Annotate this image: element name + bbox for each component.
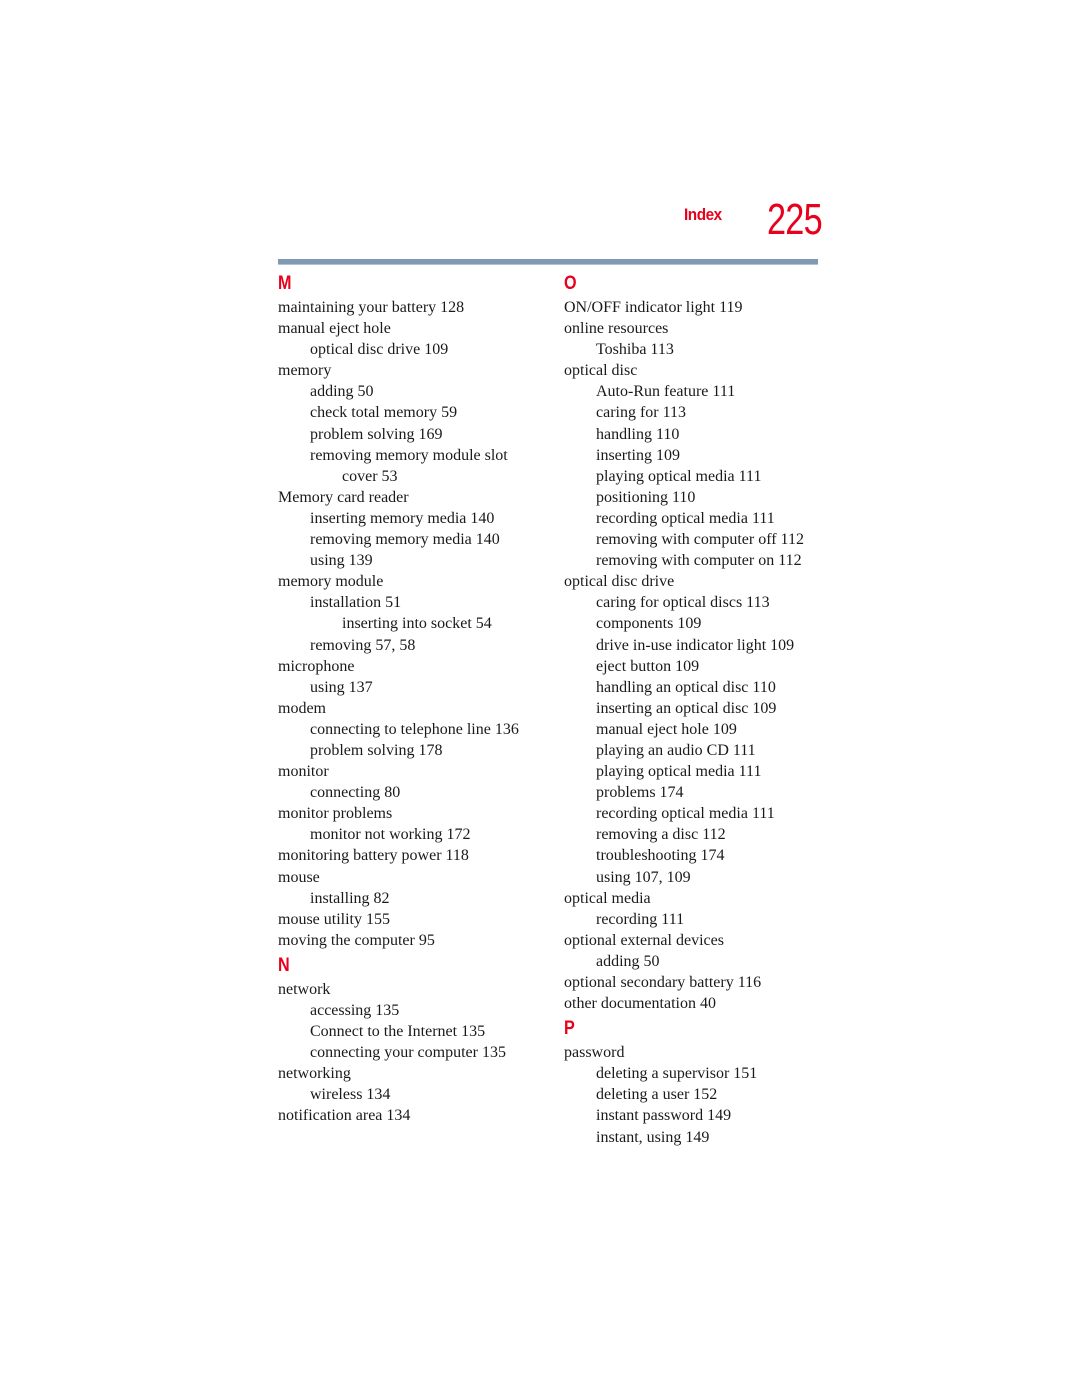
index-entry: networking — [278, 1065, 351, 1083]
index-entry: modem — [278, 699, 326, 717]
index-entry: optional secondary battery 116 — [564, 974, 762, 991]
index-subentry: connecting your computer 135 — [310, 1044, 506, 1062]
index-subentry: Toshiba 113 — [596, 341, 674, 359]
index-entry: optical media — [564, 889, 651, 907]
index-subentry: eject button 109 — [596, 657, 700, 675]
index-subentry: drive in-use indicator light 109 — [596, 636, 795, 654]
index-entry: microphone — [278, 657, 355, 675]
index-entry: manual eject hole — [278, 320, 391, 338]
index-entry: mouse — [278, 868, 320, 886]
index-section-p: Ppassword deleting a supervisor 151 deleti… — [564, 1016, 834, 1147]
section-letter: N — [278, 954, 290, 976]
index-subentry: playing optical media 111 — [596, 467, 762, 485]
index-subentry: removing with computer on 112 — [596, 552, 802, 570]
index-entry: other documentation 40 — [564, 995, 716, 1013]
index-subentry: instant password 149 — [596, 1107, 732, 1125]
index-subentry: deleting a supervisor 151 — [596, 1065, 758, 1083]
index-entry: monitor problems — [278, 805, 393, 823]
index-subentry: recording optical media 111 — [596, 805, 775, 823]
index-entry: ON/OFF indicator light 119 — [564, 299, 743, 316]
index-subentry: using 139 — [310, 552, 373, 570]
section-letter: O — [564, 273, 577, 294]
index-subentry: Auto-Run feature 111 — [596, 383, 736, 401]
index-entry: password — [564, 1044, 625, 1062]
index-subentry: using 107, 109 — [596, 868, 691, 886]
index-subentry: positioning 110 — [596, 488, 696, 506]
index-subentry: problems 174 — [596, 784, 684, 802]
index-subentry: connecting 80 — [310, 784, 401, 802]
section-letter: P — [564, 1018, 575, 1040]
index-section-m: Mmaintaining your battery 128 manual ejec… — [278, 271, 548, 951]
index-subentry: removing a disc 112 — [596, 826, 726, 844]
index-subentry: removing 57, 58 — [310, 636, 416, 654]
index-subentry: problem solving 169 — [310, 425, 443, 443]
index-entry: mouse utility 155 — [278, 910, 390, 928]
index-subentry: Connect to the Internet 135 — [310, 1023, 486, 1041]
index-column-right: O ON/OFF indicator light 119 online resour… — [564, 271, 834, 1148]
index-subentry: inserting memory media 140 — [310, 509, 495, 527]
index-subentry: removing memory media 140 — [310, 531, 500, 549]
index-section-n: Nnetwork accessing 135 Connect to the Inte… — [278, 953, 548, 1127]
index-subentry: removing memory module slot — [310, 446, 508, 464]
index-subentry: accessing 135 — [310, 1002, 400, 1019]
index-subentry: instant, using 149 — [596, 1128, 710, 1146]
index-subentry: problem solving 178 — [310, 741, 443, 759]
index-entry: optical disc — [564, 362, 638, 380]
index-subentry: check total memory 59 — [310, 404, 458, 422]
index-subentry: manual eject hole 109 — [596, 720, 737, 738]
running-header-label: Index — [684, 205, 722, 224]
index-subentry: inserting an optical disc 109 — [596, 699, 777, 717]
index-subentry: cover 53 — [342, 467, 398, 485]
index-subentry: adding 50 — [310, 383, 374, 401]
index-section-o: O ON/OFF indicator light 119 online resour… — [564, 271, 834, 1014]
index-subentry: caring for optical discs 113 — [596, 594, 770, 612]
index-subentry: adding 50 — [596, 952, 660, 970]
index-column-left: Mmaintaining your battery 128 manual ejec… — [278, 271, 548, 1127]
index-subentry: installation 51 — [310, 594, 402, 612]
index-subentry: recording optical media 111 — [596, 509, 775, 527]
index-subentry: deleting a user 152 — [596, 1086, 718, 1104]
index-subentry: caring for 113 — [596, 404, 687, 422]
index-entry: network — [278, 980, 331, 998]
header-rule — [278, 259, 818, 265]
index-subentry: removing with computer off 112 — [596, 531, 804, 549]
index-subentry: monitor not working 172 — [310, 826, 471, 844]
index-subentry: installing 82 — [310, 889, 390, 907]
index-subentry: inserting into socket 54 — [342, 615, 492, 633]
page-number: 225 — [767, 195, 823, 244]
index-subentry: recording 111 — [596, 910, 685, 928]
index-entry: optical disc drive — [564, 573, 675, 591]
index-entry: Memory card reader — [278, 488, 409, 506]
index-subentry: using 137 — [310, 678, 373, 696]
index-subentry: playing optical media 111 — [596, 763, 762, 781]
index-entry: online resources — [564, 320, 669, 338]
index-entry: moving the computer 95 — [278, 931, 435, 949]
index-entry: monitoring battery power 118 — [278, 847, 469, 865]
index-entry: optional external devices — [564, 931, 724, 949]
section-letter: M — [278, 273, 292, 294]
index-subentry: handling 110 — [596, 425, 680, 443]
index-subentry: connecting to telephone line 136 — [310, 720, 519, 738]
index-subentry: inserting 109 — [596, 446, 680, 464]
index-subentry: handling an optical disc 110 — [596, 678, 776, 696]
index-entry: memory module — [278, 573, 384, 591]
index-entry: monitor — [278, 763, 329, 781]
index-entry: memory — [278, 362, 332, 380]
index-subentry: wireless 134 — [310, 1086, 391, 1104]
index-subentry: optical disc drive 109 — [310, 341, 449, 359]
index-subentry: troubleshooting 174 — [596, 847, 725, 865]
index-subentry: components 109 — [596, 615, 702, 633]
index-entry: notification area 134 — [278, 1107, 411, 1125]
index-entry: maintaining your battery 128 — [278, 299, 465, 316]
index-subentry: playing an audio CD 111 — [596, 741, 756, 759]
